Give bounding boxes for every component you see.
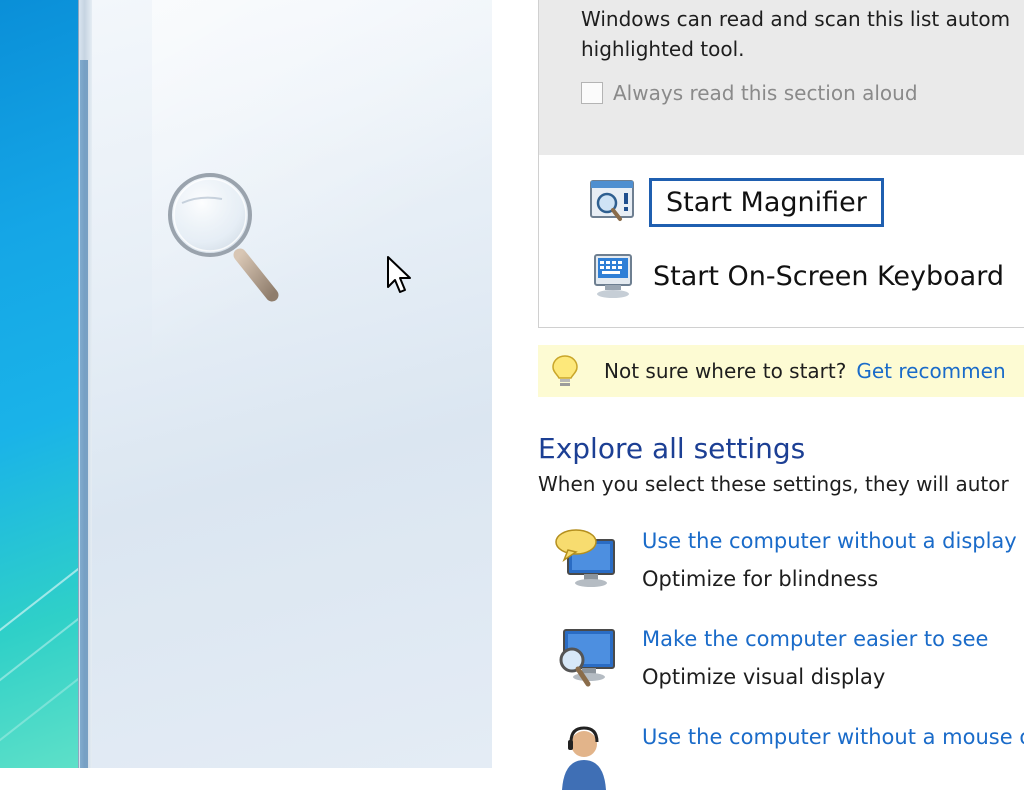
mouse-cursor-icon	[387, 256, 411, 293]
always-read-label[interactable]: Always read this section aloud	[613, 81, 918, 105]
read-aloud-section: Windows can read and scan this list auto…	[538, 0, 1024, 157]
speech-monitor-icon	[555, 529, 615, 587]
lightbulb-icon	[552, 355, 578, 386]
without-display-desc: Optimize for blindness	[642, 567, 879, 591]
magnifier-icon[interactable]	[160, 165, 290, 310]
start-on-screen-keyboard-label[interactable]: Start On-Screen Keyboard	[653, 261, 1004, 292]
recommendation-tip: Not sure where to start? Get recommen	[538, 345, 1024, 397]
quick-access-tools: Start Magnifier Start On-Screen Keyboard	[538, 155, 1024, 328]
get-recommendations-link[interactable]: Get recommen	[856, 359, 1005, 383]
without-display-link[interactable]: Use the computer without a display	[642, 526, 1017, 556]
desktop-wallpaper	[0, 0, 80, 768]
setting-without-mouse[interactable]: Use the computer without a mouse o	[554, 722, 1024, 790]
magnifier-window	[92, 0, 492, 768]
setting-easier-to-see[interactable]: Make the computer easier to see Optimize…	[554, 624, 988, 692]
tool-start-on-screen-keyboard[interactable]: Start On-Screen Keyboard	[587, 251, 1004, 301]
ease-of-access-content: Windows can read and scan this list auto…	[492, 0, 1024, 790]
explore-settings-title: Explore all settings	[538, 432, 806, 465]
always-read-checkbox-row[interactable]: Always read this section aloud	[581, 80, 918, 106]
magnify-monitor-icon	[559, 629, 615, 687]
keyboard-tool-icon	[594, 254, 632, 298]
setting-without-display[interactable]: Use the computer without a display Optim…	[554, 526, 1017, 594]
read-aloud-text-line2: highlighted tool.	[581, 37, 745, 61]
easier-to-see-link[interactable]: Make the computer easier to see	[642, 624, 988, 654]
window-edge-accent	[80, 60, 88, 768]
magnifier-tool-icon	[590, 180, 634, 221]
read-aloud-description: Windows can read and scan this list auto…	[581, 4, 1024, 64]
headset-person-icon	[562, 726, 606, 790]
easier-to-see-desc: Optimize visual display	[642, 665, 886, 689]
explore-settings-subtitle: When you select these settings, they wil…	[538, 472, 1009, 496]
always-read-checkbox[interactable]	[581, 82, 603, 104]
tip-text: Not sure where to start?	[604, 359, 847, 383]
read-aloud-text-line1: Windows can read and scan this list auto…	[581, 7, 1011, 31]
without-mouse-link[interactable]: Use the computer without a mouse o	[642, 722, 1024, 752]
tool-start-magnifier[interactable]: Start Magnifier	[587, 177, 884, 227]
start-magnifier-label[interactable]: Start Magnifier	[649, 177, 884, 227]
